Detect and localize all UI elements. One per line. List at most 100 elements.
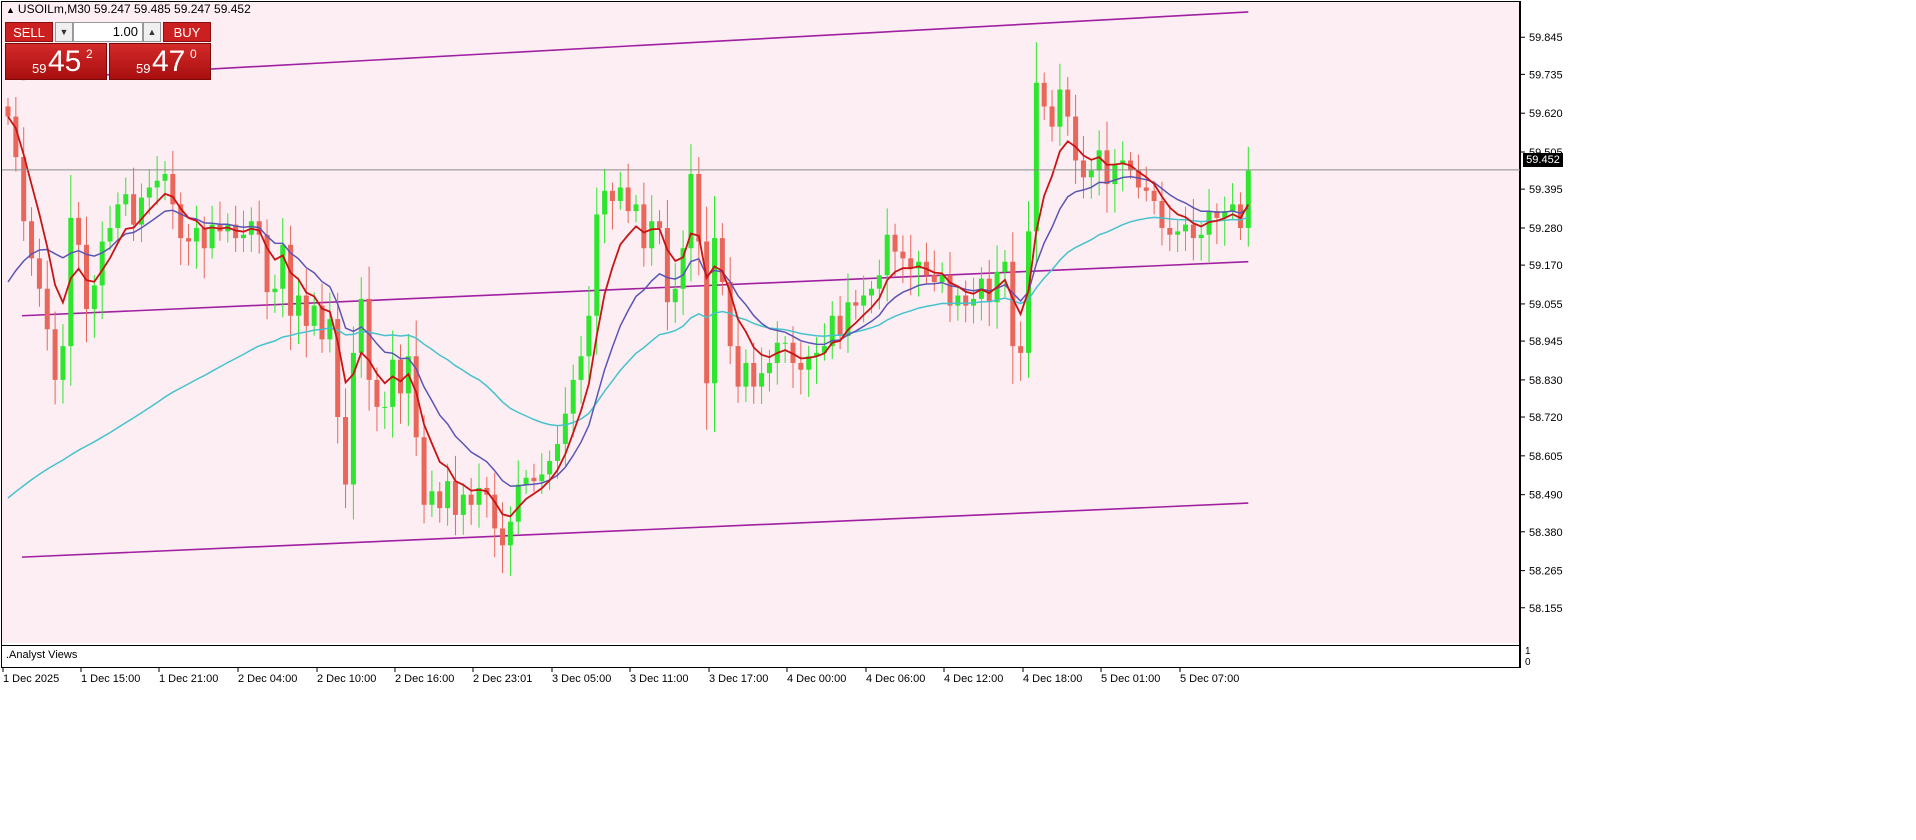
candle-body bbox=[327, 319, 333, 340]
candle-body bbox=[649, 221, 655, 249]
candle-body bbox=[712, 238, 717, 384]
candle-body bbox=[657, 221, 663, 228]
time-tick-label: 1 Dec 21:00 bbox=[159, 673, 218, 685]
candle-body bbox=[21, 157, 27, 222]
candle-body bbox=[366, 298, 372, 380]
candle-body bbox=[1033, 82, 1039, 232]
candle-body bbox=[562, 413, 568, 445]
candle-body bbox=[390, 359, 396, 407]
candle-body bbox=[382, 406, 388, 408]
price-tick-label: 59.845 bbox=[1529, 32, 1563, 44]
buy-price-box[interactable]: 59 47 0 bbox=[109, 43, 211, 80]
price-tick-label: 59.735 bbox=[1529, 69, 1563, 81]
candle-body bbox=[1104, 150, 1110, 185]
candle-body bbox=[429, 491, 435, 505]
candle-body bbox=[1002, 261, 1008, 272]
candle-body bbox=[445, 481, 451, 509]
candle-body bbox=[672, 288, 678, 303]
candle-body bbox=[1167, 227, 1173, 235]
candle-body bbox=[107, 227, 113, 242]
price-tick-label: 58.605 bbox=[1529, 451, 1563, 463]
candle-body bbox=[931, 275, 937, 282]
price-tick-label: 58.720 bbox=[1529, 412, 1563, 424]
candle-body bbox=[468, 494, 474, 505]
candle-body bbox=[131, 194, 137, 225]
lot-decrease-icon[interactable]: ▼ bbox=[55, 22, 73, 42]
candle-body bbox=[1057, 89, 1063, 127]
candle-body bbox=[272, 288, 278, 293]
candle-body bbox=[1018, 346, 1024, 353]
candle-body bbox=[99, 241, 105, 286]
sell-price-small: 59 bbox=[32, 61, 47, 76]
time-tick-label: 4 Dec 18:00 bbox=[1023, 673, 1082, 685]
candle-body bbox=[303, 295, 309, 326]
candle-body bbox=[1230, 204, 1236, 212]
candle-body bbox=[641, 204, 647, 249]
sell-price-big: 45 bbox=[48, 45, 82, 78]
candle-body bbox=[1096, 150, 1102, 171]
candle-body bbox=[869, 288, 874, 296]
price-tick-label: 58.490 bbox=[1529, 490, 1563, 502]
candle-body bbox=[36, 258, 42, 289]
candle-body bbox=[154, 180, 160, 188]
time-tick-label: 5 Dec 01:00 bbox=[1101, 673, 1160, 685]
candle-body bbox=[602, 190, 608, 215]
candle-body bbox=[1245, 170, 1251, 228]
candle-body bbox=[280, 244, 286, 289]
time-tick-label: 3 Dec 11:00 bbox=[630, 673, 689, 685]
lot-increase-icon[interactable]: ▲ bbox=[143, 22, 161, 42]
buy-button[interactable]: BUY bbox=[163, 22, 211, 42]
candle-body bbox=[586, 315, 592, 357]
symbol-ohlc-text: USOILm,M30 59.247 59.485 59.247 59.452 bbox=[17, 2, 251, 16]
candle-body bbox=[1041, 82, 1047, 107]
candle-body bbox=[1049, 106, 1055, 127]
candle-body bbox=[374, 379, 380, 407]
current-price-tag: 59.452 bbox=[1523, 153, 1563, 167]
candle-body bbox=[735, 346, 741, 387]
candle-body bbox=[515, 484, 521, 522]
sell-button[interactable]: SELL bbox=[5, 22, 53, 42]
candle-body bbox=[743, 363, 749, 387]
sell-price-box[interactable]: 59 45 2 bbox=[5, 43, 107, 80]
candle-body bbox=[751, 363, 757, 387]
candle-body bbox=[358, 298, 364, 353]
candle-body bbox=[617, 187, 623, 201]
candle-body bbox=[555, 444, 560, 461]
candle-body bbox=[1080, 160, 1086, 178]
candle-body bbox=[5, 106, 11, 117]
candle-body bbox=[798, 363, 804, 370]
candle-body bbox=[633, 204, 639, 212]
price-tick-label: 59.055 bbox=[1529, 299, 1563, 311]
chart-window: 59.84559.73559.62059.50559.39559.28059.1… bbox=[0, 0, 1916, 840]
time-tick-label: 4 Dec 06:00 bbox=[866, 673, 925, 685]
candle-body bbox=[1073, 116, 1079, 161]
candle-body bbox=[578, 356, 584, 380]
time-tick-label: 2 Dec 16:00 bbox=[395, 673, 454, 685]
indicator-scale-bottom: 0 bbox=[1525, 657, 1531, 668]
candle-body bbox=[963, 295, 969, 306]
buy-price-big: 47 bbox=[152, 45, 186, 78]
candle-body bbox=[594, 214, 600, 316]
time-tick-label: 4 Dec 12:00 bbox=[944, 673, 1003, 685]
candle-body bbox=[523, 477, 529, 485]
candle-body bbox=[76, 217, 82, 245]
price-chart[interactable]: 59.84559.73559.62059.50559.39559.28059.1… bbox=[0, 0, 1916, 840]
time-tick-label: 1 Dec 15:00 bbox=[81, 673, 140, 685]
candle-body bbox=[547, 460, 553, 475]
candle-body bbox=[241, 234, 246, 239]
lot-size-input[interactable]: 1.00 bbox=[73, 22, 143, 42]
collapse-triangle-icon[interactable]: ▲ bbox=[6, 5, 15, 15]
candle-body bbox=[696, 173, 702, 242]
candle-body bbox=[162, 173, 168, 181]
candle-body bbox=[884, 234, 890, 276]
price-tick-label: 58.830 bbox=[1529, 375, 1563, 387]
price-tick-label: 58.265 bbox=[1529, 566, 1563, 578]
price-tick-label: 59.620 bbox=[1529, 108, 1563, 120]
candle-body bbox=[500, 528, 506, 546]
candle-body bbox=[782, 342, 788, 344]
candle-body bbox=[759, 373, 765, 387]
symbol-info: ▲ USOILm,M30 59.247 59.485 59.247 59.452 bbox=[6, 2, 251, 16]
candle-body bbox=[1175, 231, 1181, 235]
candle-body bbox=[319, 305, 325, 340]
candle-body bbox=[1159, 200, 1165, 228]
